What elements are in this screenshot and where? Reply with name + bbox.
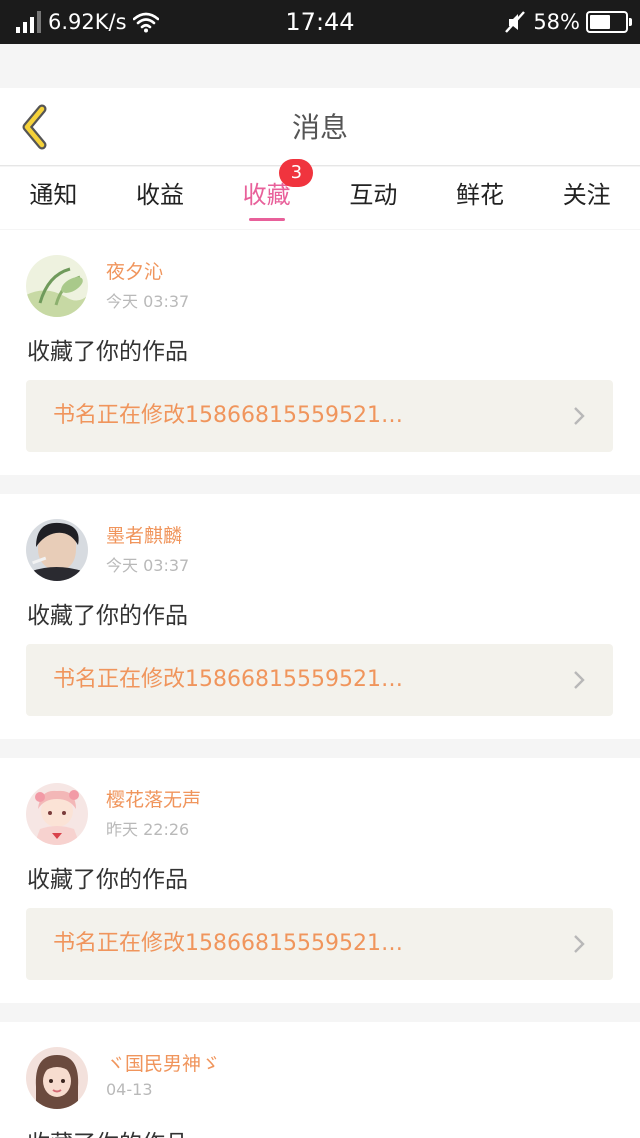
action-text: 收藏了你的作品 bbox=[27, 603, 188, 629]
username[interactable]: ヾ国民男神ゞ bbox=[106, 1049, 220, 1076]
battery-icon bbox=[586, 11, 632, 33]
status-bar: 6.92K/s 17:44 58% bbox=[0, 0, 640, 44]
username[interactable]: 樱花落无声 bbox=[106, 785, 201, 812]
tab-label: 通知 bbox=[29, 181, 78, 209]
tab-label: 收益 bbox=[136, 181, 184, 209]
work-link[interactable]: 书名正在修改15866815559521… bbox=[26, 644, 613, 716]
chevron-right-icon bbox=[574, 935, 585, 953]
avatar[interactable] bbox=[26, 1047, 88, 1109]
battery-percent: 58% bbox=[533, 10, 580, 34]
username[interactable]: 夜夕沁 bbox=[106, 257, 163, 284]
notification-card: 樱花落无声 昨天 22:26 收藏了你的作品 书名正在修改15866815559… bbox=[0, 758, 640, 1003]
tab-follow[interactable]: 关注 bbox=[533, 167, 640, 229]
header-bar: 消息 bbox=[0, 88, 640, 166]
unread-badge: 3 bbox=[279, 159, 314, 187]
active-tab-indicator bbox=[248, 218, 285, 221]
message-page: 6.92K/s 17:44 58% 消息 通知 收益 收藏 3 互动 鲜花 关注… bbox=[0, 0, 640, 1138]
tab-label: 互动 bbox=[349, 181, 398, 209]
page-title: 消息 bbox=[291, 111, 348, 144]
chevron-right-icon bbox=[574, 671, 585, 689]
avatar[interactable] bbox=[26, 255, 88, 317]
notification-card: 夜夕沁 今天 03:37 收藏了你的作品 书名正在修改1586681555952… bbox=[0, 230, 640, 475]
work-link[interactable]: 书名正在修改15866815559521… bbox=[26, 908, 613, 980]
tab-earnings[interactable]: 收益 bbox=[107, 167, 214, 229]
action-text: 收藏了你的作品 bbox=[27, 867, 188, 893]
back-chevron-icon[interactable] bbox=[14, 102, 58, 152]
notification-card: 墨者麒麟 今天 03:37 收藏了你的作品 书名正在修改158668155595… bbox=[0, 494, 640, 739]
timestamp: 今天 03:37 bbox=[106, 292, 190, 311]
timestamp: 04-13 bbox=[106, 1080, 153, 1099]
tab-bar: 通知 收益 收藏 3 互动 鲜花 关注 bbox=[0, 159, 640, 229]
tab-label: 鲜花 bbox=[456, 181, 505, 209]
work-title: 书名正在修改15866815559521… bbox=[53, 667, 403, 692]
username[interactable]: 墨者麒麟 bbox=[106, 521, 182, 548]
tab-favorites[interactable]: 收藏 3 bbox=[213, 159, 320, 229]
tab-interaction[interactable]: 互动 bbox=[320, 167, 427, 229]
avatar[interactable] bbox=[26, 519, 88, 581]
battery-fill bbox=[590, 15, 610, 29]
chevron-right-icon bbox=[574, 407, 585, 425]
tab-label: 收藏 bbox=[242, 181, 291, 209]
notification-card: ヾ国民男神ゞ 04-13 收藏了你的作品 bbox=[0, 1022, 640, 1138]
avatar[interactable] bbox=[26, 783, 88, 845]
status-right: 58% bbox=[503, 0, 632, 44]
tab-label: 关注 bbox=[562, 181, 611, 209]
work-link[interactable]: 书名正在修改15866815559521… bbox=[26, 380, 613, 452]
action-text: 收藏了你的作品 bbox=[27, 339, 188, 365]
work-title: 书名正在修改15866815559521… bbox=[53, 403, 403, 428]
timestamp: 昨天 22:26 bbox=[106, 820, 190, 839]
work-title: 书名正在修改15866815559521… bbox=[53, 931, 403, 956]
tab-notification[interactable]: 通知 bbox=[0, 167, 107, 229]
action-text: 收藏了你的作品 bbox=[27, 1124, 188, 1138]
timestamp: 今天 03:37 bbox=[106, 556, 190, 575]
mute-icon bbox=[505, 11, 526, 33]
tab-flowers[interactable]: 鲜花 bbox=[427, 167, 534, 229]
